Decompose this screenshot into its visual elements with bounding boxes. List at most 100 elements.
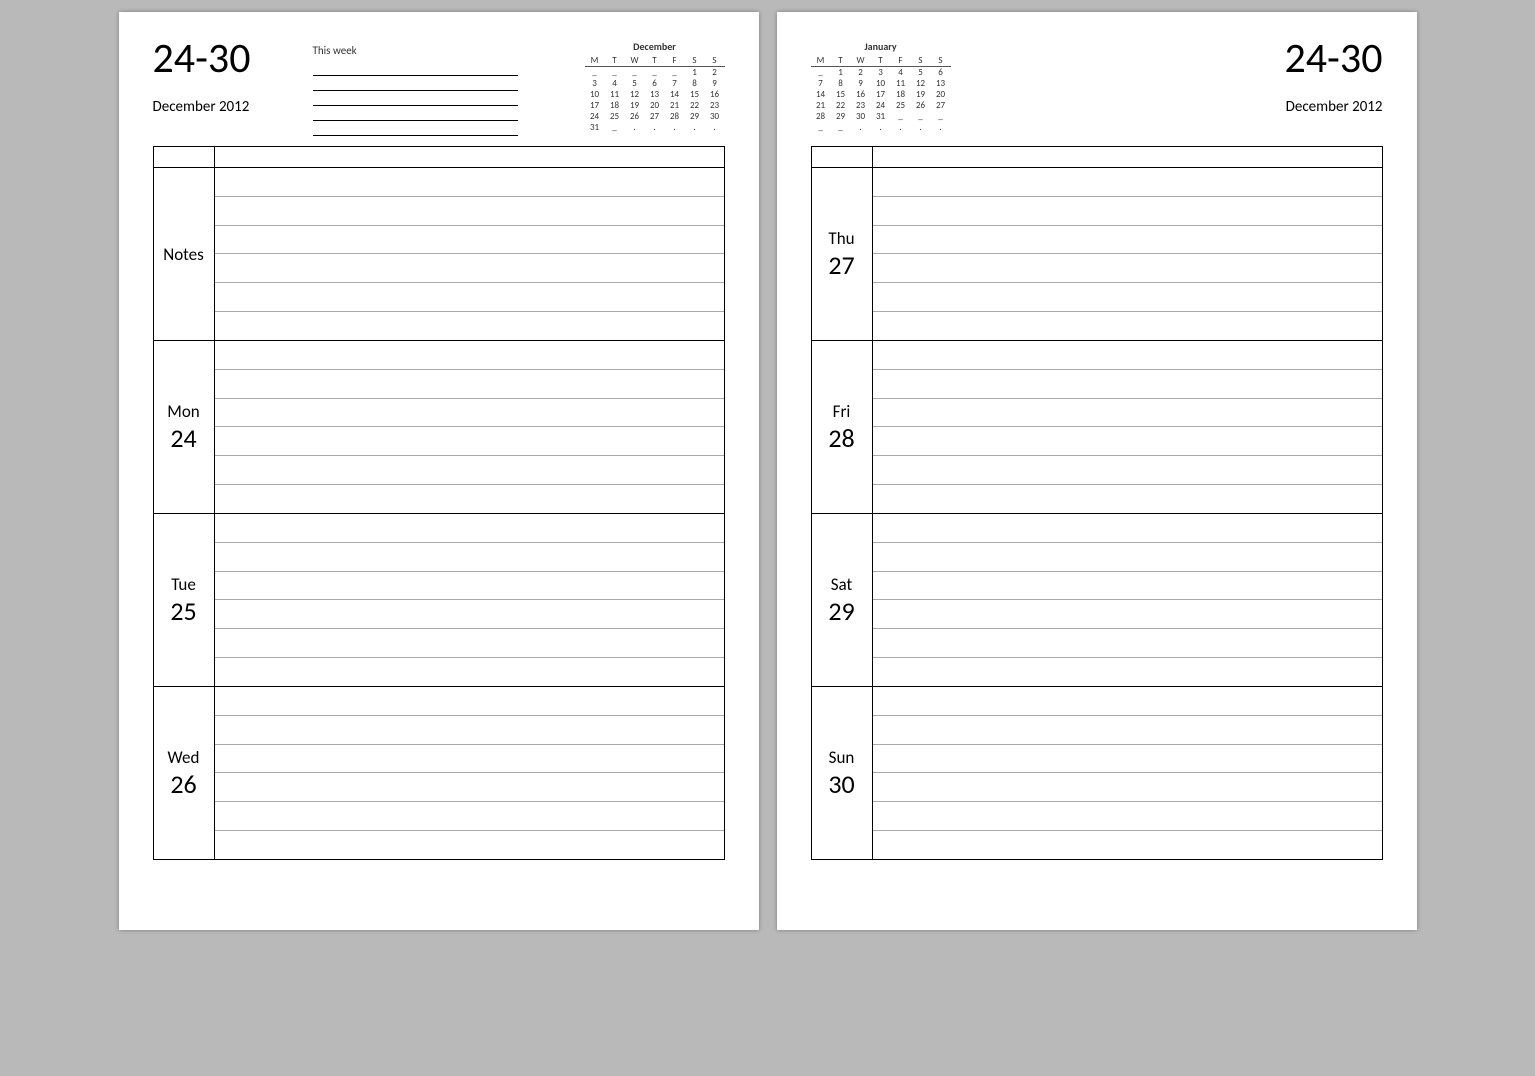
entry-line[interactable] [873,283,1382,312]
entry-line[interactable] [215,802,724,831]
planner-page-left: 24-30 December 2012 This week DecemberMT… [119,12,759,930]
mini-calendar-cell: 22 [685,100,705,111]
day-label: Sat29 [812,514,873,686]
mini-calendar-cell: 15 [831,89,851,100]
day-name: Mon [167,401,199,422]
entry-line[interactable] [215,399,724,428]
mini-calendar-cell: 12 [625,89,645,100]
mini-calendar-cell: 10 [871,78,891,89]
entry-line[interactable] [215,254,724,283]
entry-line[interactable] [873,254,1382,283]
mini-calendar-dow: M [811,55,831,67]
entry-line[interactable] [215,572,724,601]
mini-calendar-dow: S [705,55,725,67]
entry-line[interactable] [215,226,724,255]
entry-line[interactable] [215,197,724,226]
entry-line[interactable] [215,773,724,802]
entry-lines[interactable] [215,514,724,686]
entry-line[interactable] [873,600,1382,629]
entry-line[interactable] [873,658,1382,686]
this-week-line[interactable] [313,121,518,136]
mini-calendar-cell: 27 [931,100,951,111]
mini-calendar-cell: 16 [705,89,725,100]
entry-line[interactable] [873,572,1382,601]
day-number: 27 [828,249,854,281]
entry-line[interactable] [215,456,724,485]
entry-line[interactable] [873,427,1382,456]
mini-calendar-cell: 25 [891,100,911,111]
notes-label: Notes [163,244,204,265]
entry-lines[interactable] [215,341,724,513]
entry-line[interactable] [873,687,1382,716]
mini-calendar-cell: _ [605,67,625,79]
entry-line[interactable] [215,745,724,774]
entry-line[interactable] [215,370,724,399]
entry-line[interactable] [873,168,1382,197]
mini-calendar-cell: 24 [871,100,891,111]
entry-lines[interactable] [215,168,724,340]
planner-spread: 24-30 December 2012 This week DecemberMT… [0,0,1535,942]
entry-line[interactable] [873,802,1382,831]
entry-lines[interactable] [873,168,1382,340]
entry-line[interactable] [873,773,1382,802]
day-label: Mon24 [154,341,215,513]
entry-line[interactable] [215,687,724,716]
entry-line[interactable] [215,283,724,312]
entry-line[interactable] [215,427,724,456]
day-number: 25 [170,595,196,627]
entry-line[interactable] [215,168,724,197]
mini-calendar-cell: 23 [705,100,725,111]
entry-line[interactable] [215,514,724,543]
entry-line[interactable] [873,399,1382,428]
this-week-line[interactable] [313,91,518,106]
mini-calendar-cell: . [911,122,931,133]
mini-calendar-cell: 22 [831,100,851,111]
mini-calendar-cell: . [685,122,705,133]
entry-line[interactable] [873,370,1382,399]
mini-calendar-dow: T [831,55,851,67]
mini-calendar-dow: T [871,55,891,67]
entry-line[interactable] [215,312,724,340]
mini-calendar-cell: 5 [625,78,645,89]
entry-line[interactable] [215,543,724,572]
day-label: Fri28 [812,341,873,513]
entry-line[interactable] [215,341,724,370]
this-week-line[interactable] [313,76,518,91]
entry-line[interactable] [873,456,1382,485]
day-grid-left: NotesMon24Tue25Wed26 [153,146,725,860]
mini-calendar-cell: 29 [831,111,851,122]
mini-calendar-cell: _ [911,111,931,122]
entry-line[interactable] [215,629,724,658]
mini-calendar-cell: 4 [891,67,911,79]
entry-lines[interactable] [873,687,1382,859]
entry-line[interactable] [215,485,724,513]
entry-lines[interactable] [873,341,1382,513]
mini-calendar-cell: 1 [831,67,851,79]
entry-lines[interactable] [215,687,724,859]
entry-line[interactable] [873,341,1382,370]
entry-lines[interactable] [873,514,1382,686]
mini-calendar-cell: 23 [851,100,871,111]
mini-calendar-cell: 2 [705,67,725,79]
entry-line[interactable] [873,485,1382,513]
entry-line[interactable] [215,831,724,859]
entry-line[interactable] [873,226,1382,255]
entry-line[interactable] [215,600,724,629]
mini-calendar-dow: W [851,55,871,67]
this-week-line[interactable] [313,106,518,121]
entry-line[interactable] [873,312,1382,340]
entry-line[interactable] [873,716,1382,745]
mini-calendar-cell: 13 [645,89,665,100]
mini-calendar-cell: 8 [685,78,705,89]
this-week-line[interactable] [313,61,518,76]
entry-line[interactable] [215,658,724,686]
entry-line[interactable] [873,745,1382,774]
entry-line[interactable] [873,514,1382,543]
entry-line[interactable] [873,197,1382,226]
mini-calendar-cell: _ [645,67,665,79]
entry-line[interactable] [873,543,1382,572]
day-number: 24 [170,422,196,454]
entry-line[interactable] [873,831,1382,859]
entry-line[interactable] [873,629,1382,658]
entry-line[interactable] [215,716,724,745]
